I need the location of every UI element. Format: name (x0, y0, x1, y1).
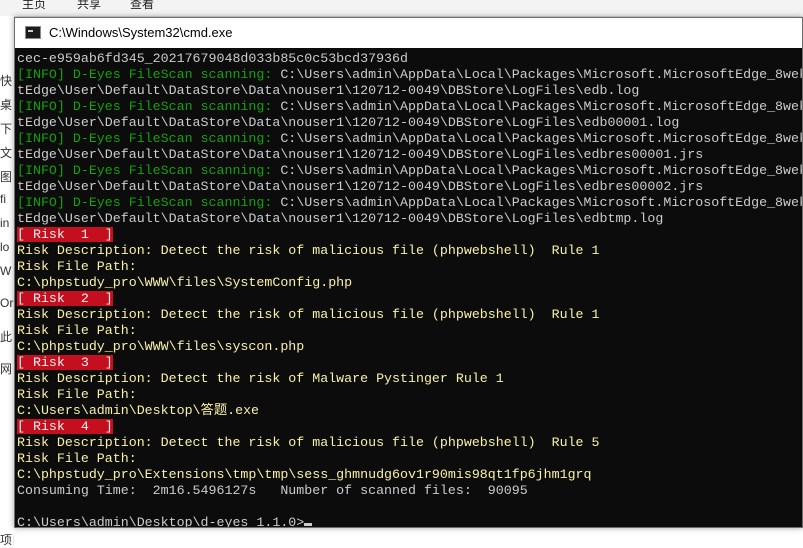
console-line: Risk File Path: (17, 323, 802, 339)
console-line: Risk File Path: (17, 387, 802, 403)
console-line: [INFO] D-Eyes FileScan scanning: C:\User… (17, 131, 802, 147)
ribbon-tab-view[interactable]: 查看 (130, 0, 154, 12)
console-text: Risk File Path: (17, 451, 137, 466)
nav-item[interactable]: 图 (0, 168, 14, 185)
console-text: Risk Description: Detect the risk of Mal… (17, 371, 504, 386)
console-line: [ Risk 3 ] (17, 355, 802, 371)
ribbon-tab-share[interactable]: 共享 (77, 0, 101, 12)
console-line: C:\phpstudy_pro\Extensions\tmp\tmp\sess_… (17, 467, 802, 483)
console-line: Consuming Time: 2m16.5496127s Number of … (17, 483, 802, 499)
console-text: C:\phpstudy_pro\Extensions\tmp\tmp\sess_… (17, 467, 592, 482)
console-line: [ Risk 1 ] (17, 227, 802, 243)
nav-item[interactable]: lo (0, 240, 14, 254)
ribbon-tab-home[interactable]: 主页 (22, 0, 46, 12)
console-line: Risk Description: Detect the risk of mal… (17, 435, 802, 451)
risk-header: [ Risk 3 ] (17, 355, 113, 370)
console-text: Risk Description: Detect the risk of mal… (17, 243, 600, 258)
console-text: C:\Users\admin\AppData\Local\Packages\Mi… (280, 67, 802, 82)
console-line: C:\phpstudy_pro\WWW\files\syscon.php (17, 339, 802, 355)
nav-item[interactable]: 网 (0, 360, 14, 377)
info-prefix: [INFO] D-Eyes FileScan scanning: (17, 163, 281, 178)
nav-item[interactable]: 下 (0, 120, 14, 137)
console-line: [INFO] D-Eyes FileScan scanning: C:\User… (17, 99, 802, 115)
console-text: tEdge\User\Default\DataStore\Data\nouser… (17, 83, 640, 98)
cmd-icon (25, 26, 41, 39)
risk-header: [ Risk 1 ] (17, 227, 113, 242)
console-line: tEdge\User\Default\DataStore\Data\nouser… (17, 83, 802, 99)
explorer-ribbon: 主页 共享 查看 (0, 0, 803, 17)
nav-item[interactable]: 桌 (0, 96, 14, 113)
console-text: C:\Users\admin\AppData\Local\Packages\Mi… (280, 99, 802, 114)
console-line: tEdge\User\Default\DataStore\Data\nouser… (17, 147, 802, 163)
nav-item[interactable]: 快 (0, 72, 14, 89)
console-line: C:\Users\admin\Desktop\答题.exe (17, 403, 802, 419)
console-text: Risk File Path: (17, 387, 137, 402)
console-line: Risk File Path: (17, 451, 802, 467)
info-prefix: [INFO] D-Eyes FileScan scanning: (17, 195, 281, 210)
status-bar-text: 项目 (0, 533, 14, 547)
console-line: [ Risk 2 ] (17, 291, 802, 307)
console-line: Risk Description: Detect the risk of mal… (17, 307, 802, 323)
console-text: Risk Description: Detect the risk of mal… (17, 307, 600, 322)
console-line: [INFO] D-Eyes FileScan scanning: C:\User… (17, 195, 802, 211)
console-line: [ Risk 4 ] (17, 419, 802, 435)
console-text: Risk Description: Detect the risk of mal… (17, 435, 600, 450)
info-prefix: [INFO] D-Eyes FileScan scanning: (17, 131, 281, 146)
explorer-nav-pane: 快 桌 下 文 图 fi in lo W Or 此 网 (0, 16, 14, 545)
console-text: C:\Users\admin\AppData\Local\Packages\Mi… (280, 131, 802, 146)
risk-header: [ Risk 4 ] (17, 419, 113, 434)
console-text: tEdge\User\Default\DataStore\Data\nouser… (17, 147, 704, 162)
console-text: tEdge\User\Default\DataStore\Data\nouser… (17, 115, 680, 130)
console-line: C:\Users\admin\Desktop\d-eyes_1.1.0> (17, 515, 802, 527)
console-line: tEdge\User\Default\DataStore\Data\nouser… (17, 179, 802, 195)
console-text: C:\Users\admin\Desktop\d-eyes_1.1.0> (17, 515, 305, 527)
console-line: tEdge\User\Default\DataStore\Data\nouser… (17, 211, 802, 227)
console-text: tEdge\User\Default\DataStore\Data\nouser… (17, 179, 704, 194)
console-line: Risk Description: Detect the risk of Mal… (17, 371, 802, 387)
title-bar[interactable]: C:\Windows\System32\cmd.exe (15, 18, 802, 48)
console-text: C:\Users\admin\AppData\Local\Packages\Mi… (280, 195, 802, 210)
console-line: C:\phpstudy_pro\WWW\files\SystemConfig.p… (17, 275, 802, 291)
nav-item[interactable]: Or (0, 296, 14, 310)
console-text: Risk File Path: (17, 259, 137, 274)
info-prefix: [INFO] D-Eyes FileScan scanning: (17, 99, 281, 114)
risk-header: [ Risk 2 ] (17, 291, 113, 306)
text-cursor (304, 523, 313, 526)
console-text: Risk File Path: (17, 323, 137, 338)
console-text: C:\phpstudy_pro\WWW\files\SystemConfig.p… (17, 275, 353, 290)
console-line: tEdge\User\Default\DataStore\Data\nouser… (17, 115, 802, 131)
nav-item[interactable]: 文 (0, 144, 14, 161)
console-text: cec-e959ab6fd345_20217679048d033b85c0c53… (17, 51, 408, 66)
cmd-window[interactable]: C:\Windows\System32\cmd.exe cec-e959ab6f… (14, 17, 803, 528)
nav-item[interactable]: W (0, 264, 14, 278)
console-line: Risk Description: Detect the risk of mal… (17, 243, 802, 259)
info-prefix: [INFO] D-Eyes FileScan scanning: (17, 67, 281, 82)
console-line: cec-e959ab6fd345_20217679048d033b85c0c53… (17, 51, 802, 67)
nav-item[interactable]: 此 (0, 328, 14, 345)
console-output[interactable]: cec-e959ab6fd345_20217679048d033b85c0c53… (17, 51, 802, 527)
nav-item[interactable]: fi (0, 192, 14, 206)
window-title: C:\Windows\System32\cmd.exe (49, 25, 233, 40)
console-text: C:\phpstudy_pro\WWW\files\syscon.php (17, 339, 305, 354)
nav-item[interactable]: in (0, 216, 14, 230)
console-text: Consuming Time: 2m16.5496127s Number of … (17, 483, 528, 498)
console-text: tEdge\User\Default\DataStore\Data\nouser… (17, 211, 664, 226)
console-line: [INFO] D-Eyes FileScan scanning: C:\User… (17, 67, 802, 83)
console-line: [INFO] D-Eyes FileScan scanning: C:\User… (17, 163, 802, 179)
console-text: C:\Users\admin\AppData\Local\Packages\Mi… (280, 163, 802, 178)
console-line: Risk File Path: (17, 259, 802, 275)
console-text: C:\Users\admin\Desktop\答题.exe (17, 403, 260, 418)
